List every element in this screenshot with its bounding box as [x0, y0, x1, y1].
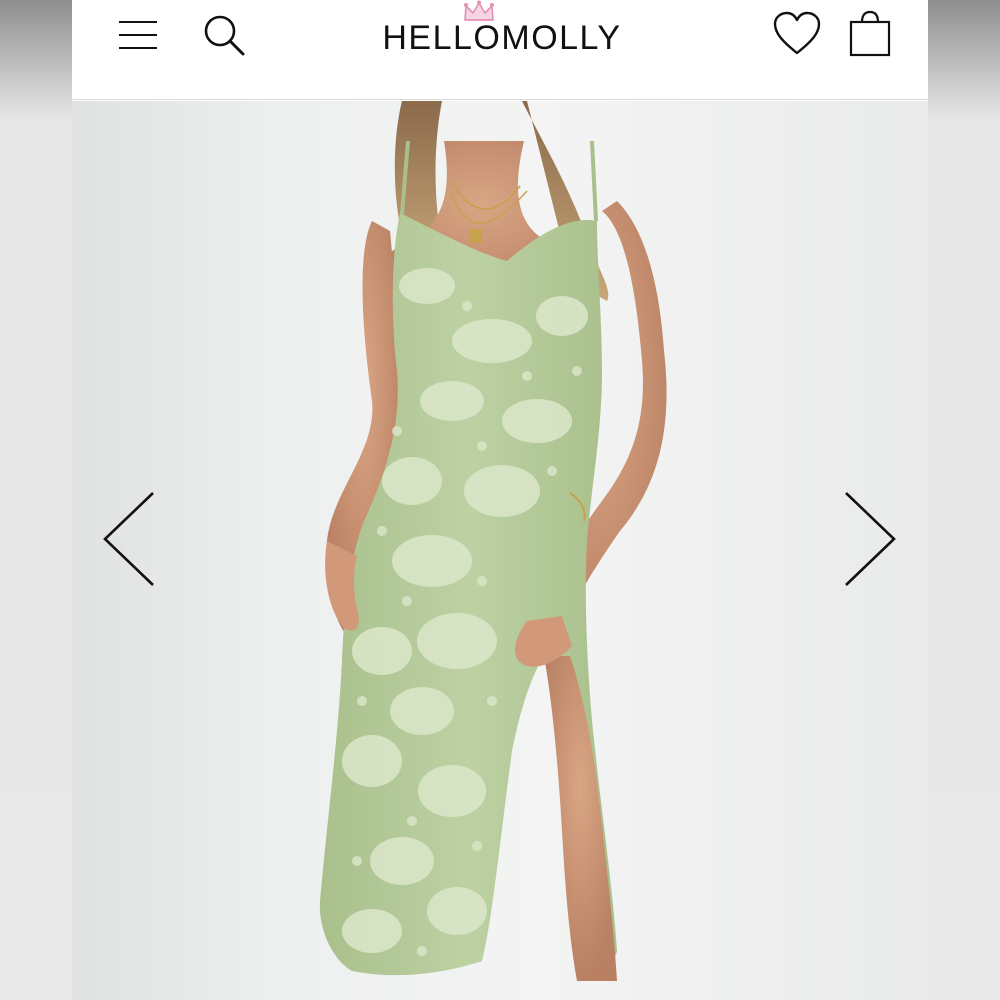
search-button[interactable] — [196, 10, 252, 60]
model-photo — [319, 101, 667, 981]
left-blurred-margin — [0, 0, 72, 1000]
product-image[interactable] — [72, 101, 928, 1000]
chevron-right-icon — [845, 492, 896, 586]
next-image-button[interactable] — [837, 484, 907, 594]
right-blurred-margin — [928, 0, 1000, 1000]
wishlist-button[interactable] — [769, 8, 825, 60]
brand-logo[interactable]: HELLOMOLLY — [352, 0, 652, 62]
shopping-bag-icon — [849, 10, 891, 57]
cart-button[interactable] — [842, 8, 898, 60]
heart-icon — [773, 11, 821, 55]
mobile-screen: HELLOMOLLY — [72, 0, 928, 1000]
brand-name: HELLOMOLLY — [382, 19, 622, 57]
hamburger-menu-icon — [119, 21, 157, 49]
site-header: HELLOMOLLY — [72, 0, 928, 100]
previous-image-button[interactable] — [92, 484, 162, 594]
menu-button[interactable] — [110, 12, 166, 58]
search-icon — [204, 15, 245, 56]
chevron-left-icon — [103, 492, 154, 586]
